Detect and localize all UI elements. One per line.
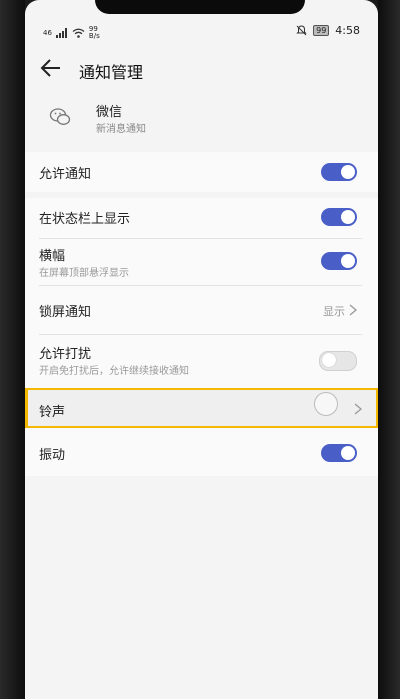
allow-notification-card: 允许通知 [25, 152, 378, 192]
dnd-label: 允许打扰 [39, 347, 92, 362]
wifi-icon [72, 28, 85, 38]
lock-screen-value: 显示 [323, 305, 345, 318]
toggle-knob [341, 165, 355, 179]
network-speed: 99 B/s [89, 26, 100, 40]
allow-notification-row[interactable]: 允许通知 [25, 152, 378, 192]
chevron-right-icon [354, 403, 363, 415]
banner-label: 横幅 [39, 249, 66, 264]
status-bar-display-row[interactable]: 在状态栏上显示 [25, 198, 378, 238]
lock-screen-label: 锁屏通知 [39, 305, 92, 320]
phone-frame: 46 99 B/s 99 4:58 通知管理 微信 新消息通知 允许通知 在状态… [0, 0, 400, 699]
settings-card: 在状态栏上显示 横幅 在屏幕顶部悬浮显示 锁屏通知 显示 允许打扰 开启免打扰后… [25, 198, 378, 476]
mute-notification-icon [296, 25, 307, 36]
toggle-knob [341, 254, 355, 268]
dnd-toggle[interactable] [319, 351, 357, 371]
status-bar: 46 99 B/s 99 4:58 [25, 22, 378, 44]
phone-bezel-left [0, 0, 25, 699]
toggle-knob [322, 353, 336, 367]
toggle-knob [341, 446, 355, 460]
lock-screen-row[interactable]: 锁屏通知 显示 [25, 286, 378, 334]
banner-sublabel: 在屏幕顶部悬浮显示 [39, 268, 129, 279]
status-bar-display-toggle[interactable] [321, 208, 357, 226]
toggle-knob [341, 210, 355, 224]
app-info: 微信 新消息通知 [25, 97, 378, 147]
dnd-row[interactable]: 允许打扰 开启免打扰后，允许继续接收通知 [25, 335, 378, 387]
network-speed-unit: B/s [88, 32, 100, 40]
wechat-icon [49, 108, 71, 125]
signal-icon [55, 28, 67, 38]
allow-notification-label: 允许通知 [39, 167, 92, 182]
signal-label: 46 [43, 29, 52, 37]
battery-icon: 99 [313, 25, 330, 36]
back-arrow-icon[interactable] [40, 57, 62, 79]
allow-notification-toggle[interactable] [321, 163, 357, 181]
header: 通知管理 [25, 52, 378, 88]
dnd-sublabel: 开启免打扰后，允许继续接收通知 [39, 366, 189, 377]
phone-bezel-right [378, 0, 400, 699]
app-name: 微信 [96, 105, 123, 120]
ringtone-label: 铃声 [39, 405, 66, 420]
vibrate-row[interactable]: 振动 [25, 434, 378, 474]
clock: 4:58 [335, 24, 360, 37]
app-subtitle: 新消息通知 [96, 124, 146, 135]
status-bar-display-label: 在状态栏上显示 [39, 212, 131, 227]
vibrate-toggle[interactable] [321, 444, 357, 462]
banner-row[interactable]: 横幅 在屏幕顶部悬浮显示 [25, 239, 378, 285]
phone-notch [95, 0, 305, 14]
banner-toggle[interactable] [321, 252, 357, 270]
touch-indicator [314, 392, 338, 416]
page-title: 通知管理 [79, 63, 144, 82]
status-right: 99 4:58 [296, 24, 360, 37]
vibrate-label: 振动 [39, 448, 66, 463]
screen: 46 99 B/s 99 4:58 通知管理 微信 新消息通知 允许通知 在状态… [25, 0, 378, 699]
status-left: 46 99 B/s [43, 26, 100, 40]
chevron-right-icon [349, 304, 358, 316]
